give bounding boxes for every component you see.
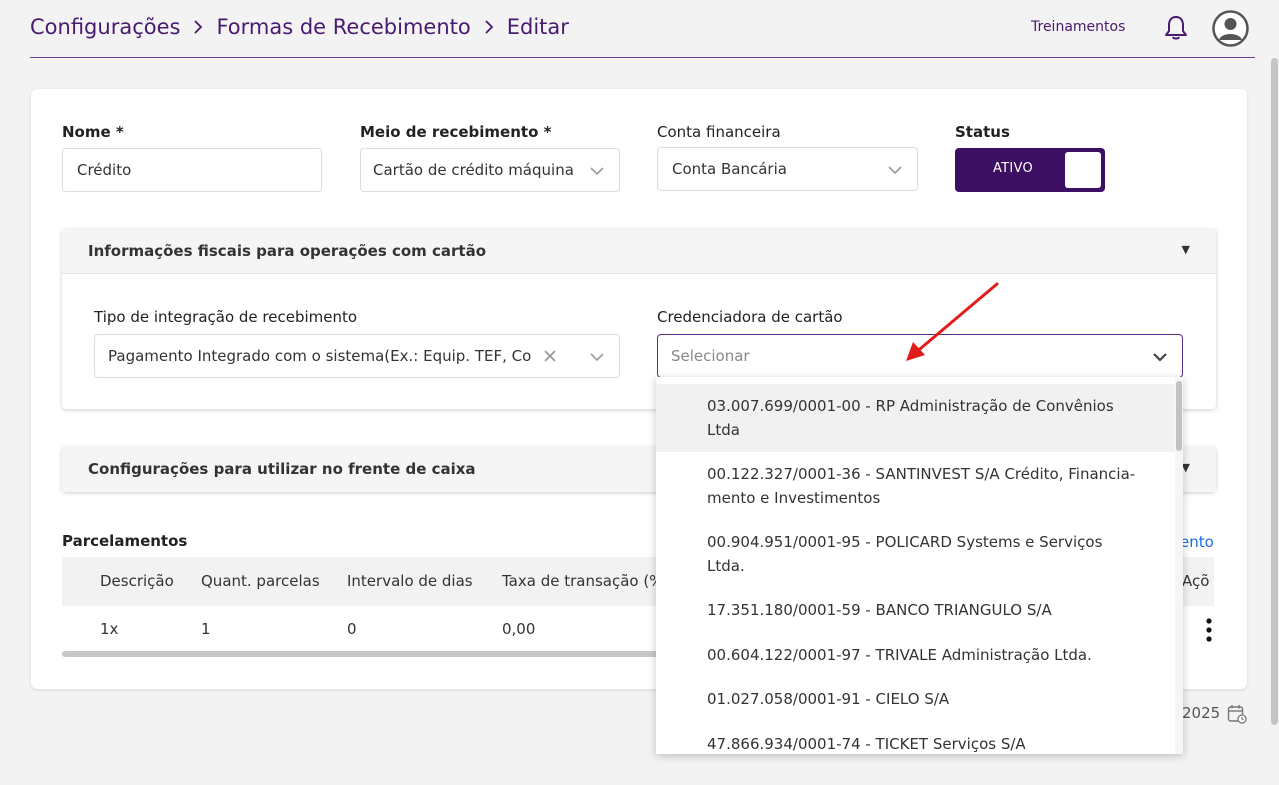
account-select-value: Conta Bancária (672, 160, 787, 178)
chevron-down-icon (1153, 353, 1167, 362)
status-toggle-label: ATIVO (993, 161, 1034, 176)
installments-title: Parcelamentos (62, 532, 188, 550)
breadcrumb-item-payment-methods[interactable]: Formas de Recebimento (216, 15, 470, 39)
top-header: Configurações Formas de Recebimento Edit… (0, 0, 1279, 58)
means-select[interactable]: Cartão de crédito máquina (360, 148, 620, 192)
pos-panel-title: Configurações para utilizar no frente de… (88, 460, 476, 478)
integration-label: Tipo de integração de recebimento (94, 308, 358, 326)
chevron-down-icon (589, 163, 605, 179)
column-header-description[interactable]: Descrição (100, 572, 174, 590)
account-select[interactable]: Conta Bancária (657, 147, 918, 191)
breadcrumb: Configurações Formas de Recebimento Edit… (30, 15, 569, 39)
chevron-down-icon (888, 166, 902, 175)
dropdown-option-line: Ltda (707, 421, 740, 439)
status-label: Status (955, 123, 1010, 141)
cell-rate: 0,00 (502, 620, 536, 638)
dropdown-option-line: 01.027.058/0001-91 - CIELO S/A (707, 690, 950, 708)
column-header-quantity[interactable]: Quant. parcelas (201, 572, 320, 590)
chevron-right-icon (194, 20, 203, 34)
acquirer-select-placeholder: Selecionar (671, 347, 750, 365)
page-scrollbar-thumb[interactable] (1271, 58, 1278, 725)
dropdown-option[interactable]: 17.351.180/0001-59 - BANCO TRIANGULO S/A (656, 588, 1176, 632)
dropdown-option-line: 17.351.180/0001-59 - BANCO TRIANGULO S/A (707, 601, 1052, 619)
account-label: Conta financeira (657, 123, 781, 141)
name-input[interactable]: Crédito (62, 148, 322, 192)
acquirer-dropdown: 03.007.699/0001-00 - RP Administração de… (656, 377, 1183, 754)
fiscal-panel-header[interactable]: Informações fiscais para operações com c… (62, 229, 1216, 274)
dropdown-option-line: mento e Investimentos (707, 489, 881, 507)
cell-description: 1x (100, 620, 119, 638)
bell-icon[interactable] (1162, 14, 1190, 42)
column-header-interval[interactable]: Intervalo de dias (347, 572, 473, 590)
avatar-icon[interactable] (1212, 10, 1249, 47)
more-vertical-icon[interactable] (1204, 617, 1214, 643)
status-toggle[interactable]: ATIVO (955, 148, 1105, 192)
dropdown-option-line: 00.122.327/0001-36 - SANTINVEST S/A Créd… (707, 465, 1136, 483)
status-toggle-knob[interactable] (1065, 152, 1101, 188)
annotation-arrow-icon (906, 282, 999, 361)
add-installment-link[interactable]: ento (1180, 533, 1214, 551)
date-text: 2025 (1182, 704, 1221, 722)
integration-select[interactable]: Pagamento Integrado com o sistema(Ex.: E… (94, 334, 620, 378)
integration-select-value: Pagamento Integrado com o sistema(Ex.: E… (108, 347, 532, 365)
means-label: Meio de recebimento * (360, 123, 552, 141)
fiscal-panel-title: Informações fiscais para operações com c… (88, 242, 487, 260)
dropdown-option-line: 00.904.951/0001-95 - POLICARD Systems e … (707, 533, 1103, 551)
column-header-actions: Açõ (1182, 572, 1210, 590)
caret-down-icon[interactable]: ▼ (1182, 243, 1190, 256)
dropdown-option[interactable]: 01.027.058/0001-91 - CIELO S/A (656, 677, 1176, 721)
chevron-down-icon (590, 353, 604, 362)
header-divider (30, 57, 1255, 58)
breadcrumb-item-settings[interactable]: Configurações (30, 15, 180, 39)
dropdown-option-line: Ltda. (707, 557, 745, 575)
cell-quantity: 1 (201, 620, 211, 638)
means-select-value: Cartão de crédito máquina (373, 161, 574, 179)
dropdown-option[interactable]: 00.604.122/0001-97 - TRIVALE Administraç… (656, 632, 1176, 676)
dropdown-option[interactable]: 47.866.934/0001-74 - TICKET Serviços S/A (656, 721, 1176, 754)
dropdown-option[interactable]: 00.122.327/0001-36 - SANTINVEST S/A Créd… (656, 452, 1176, 520)
dropdown-option[interactable]: 00.904.951/0001-95 - POLICARD Systems e … (656, 520, 1176, 588)
chevron-right-icon (485, 20, 494, 34)
breadcrumb-item-edit: Editar (506, 15, 569, 39)
column-header-rate[interactable]: Taxa de transação (% (502, 572, 663, 590)
clear-icon[interactable] (543, 349, 557, 363)
acquirer-label: Credenciadora de cartão (657, 308, 843, 326)
dropdown-option-line: 47.866.934/0001-74 - TICKET Serviços S/A (707, 735, 1026, 753)
dropdown-option[interactable]: 03.007.699/0001-00 - RP Administração de… (656, 384, 1176, 452)
dropdown-option-line: 03.007.699/0001-00 - RP Administração de… (707, 397, 1114, 415)
calendar-icon[interactable] (1227, 704, 1247, 724)
cell-interval: 0 (347, 620, 357, 638)
training-link[interactable]: Treinamentos (1031, 19, 1125, 35)
dropdown-scrollbar-thumb[interactable] (1176, 381, 1182, 451)
dropdown-option-line: 00.604.122/0001-97 - TRIVALE Administraç… (707, 646, 1092, 664)
name-label: Nome * (62, 123, 124, 141)
